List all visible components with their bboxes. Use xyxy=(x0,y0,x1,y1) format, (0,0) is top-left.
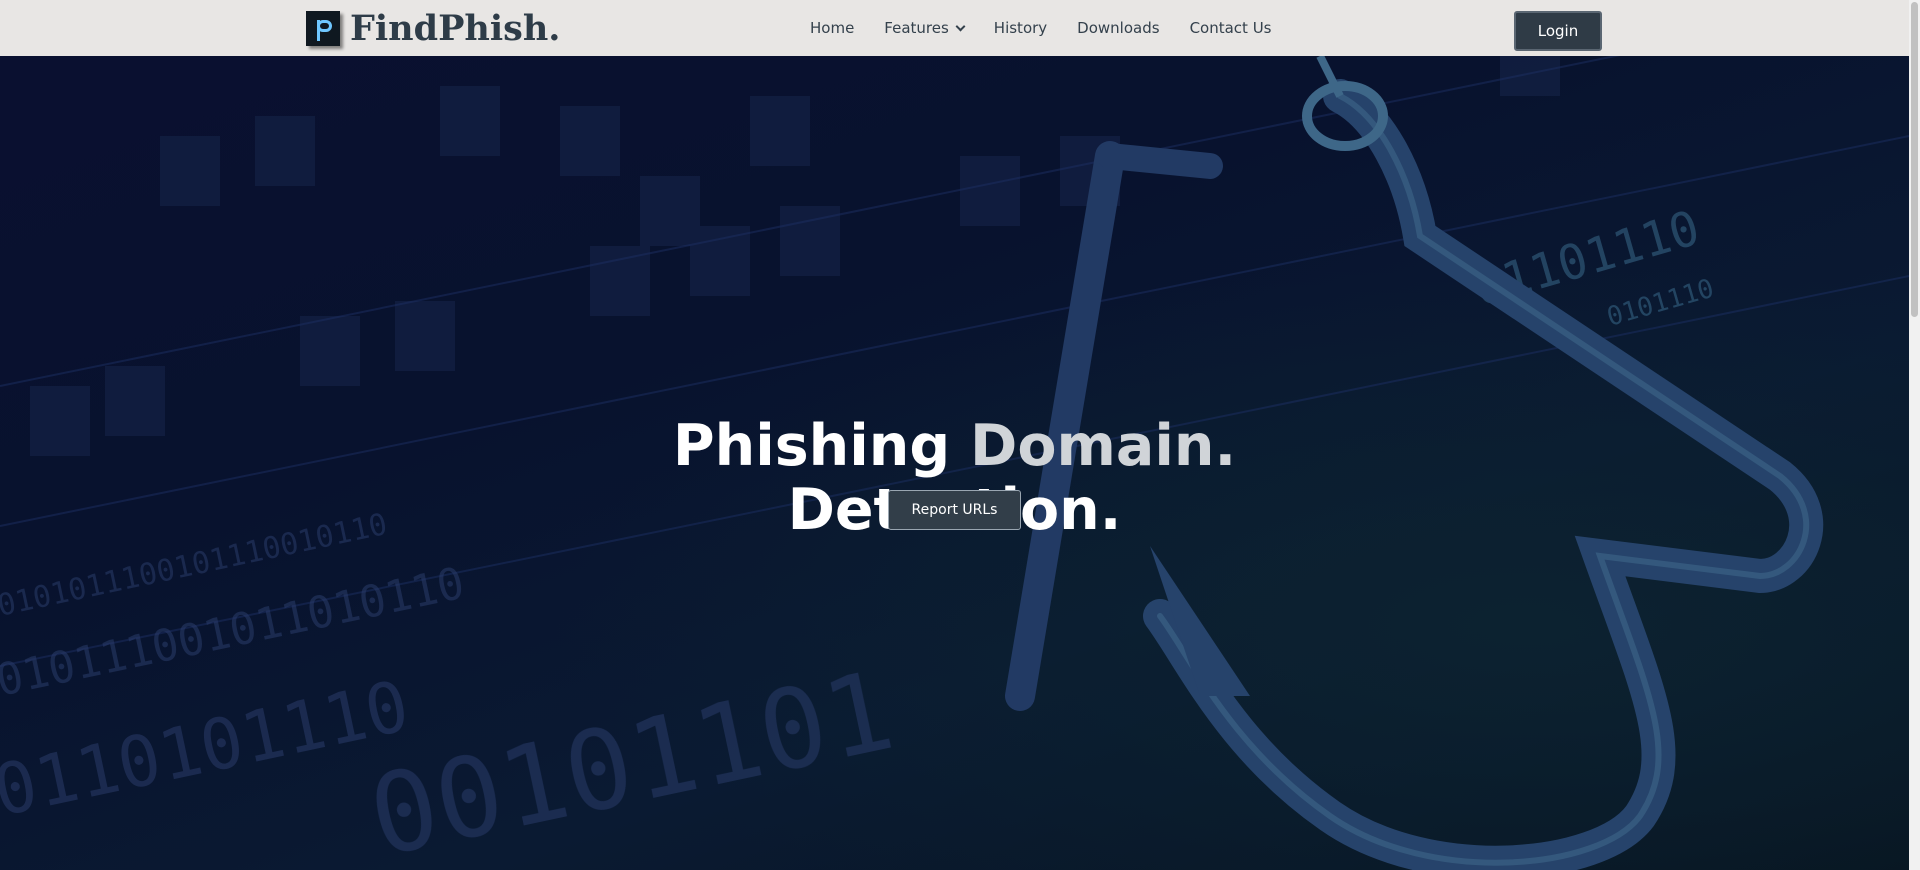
report-urls-button[interactable]: Report URLs xyxy=(888,490,1021,530)
hero-section: 0101011100101110010110 01011100101101011… xyxy=(0,56,1909,870)
logo-p-icon xyxy=(306,10,340,46)
nav-contact-us[interactable]: Contact Us xyxy=(1190,19,1272,37)
hero-title-part2: Domain. xyxy=(970,413,1237,479)
binary-text-4: 00101101 xyxy=(359,646,904,870)
binary-text-6: 0101110 xyxy=(1604,274,1718,333)
main-nav: Home Features History Downloads Contact … xyxy=(810,0,1301,56)
nav-features-label: Features xyxy=(884,19,949,37)
brand-name: FindPhish. xyxy=(350,7,561,49)
login-button[interactable]: Login xyxy=(1514,11,1602,51)
nav-home[interactable]: Home xyxy=(810,19,854,37)
nav-history[interactable]: History xyxy=(994,19,1047,37)
nav-features[interactable]: Features xyxy=(884,19,966,37)
brand-logo[interactable]: FindPhish. xyxy=(306,8,560,48)
chevron-down-icon xyxy=(955,21,966,31)
hero-title-part1: Phishing xyxy=(672,413,971,479)
nav-downloads[interactable]: Downloads xyxy=(1077,19,1159,37)
scrollbar-thumb[interactable] xyxy=(1911,2,1918,317)
page-scrollbar[interactable] xyxy=(1909,0,1920,870)
top-navbar: FindPhish. Home Features History Downloa… xyxy=(0,0,1909,56)
document-tiles xyxy=(30,56,1560,456)
